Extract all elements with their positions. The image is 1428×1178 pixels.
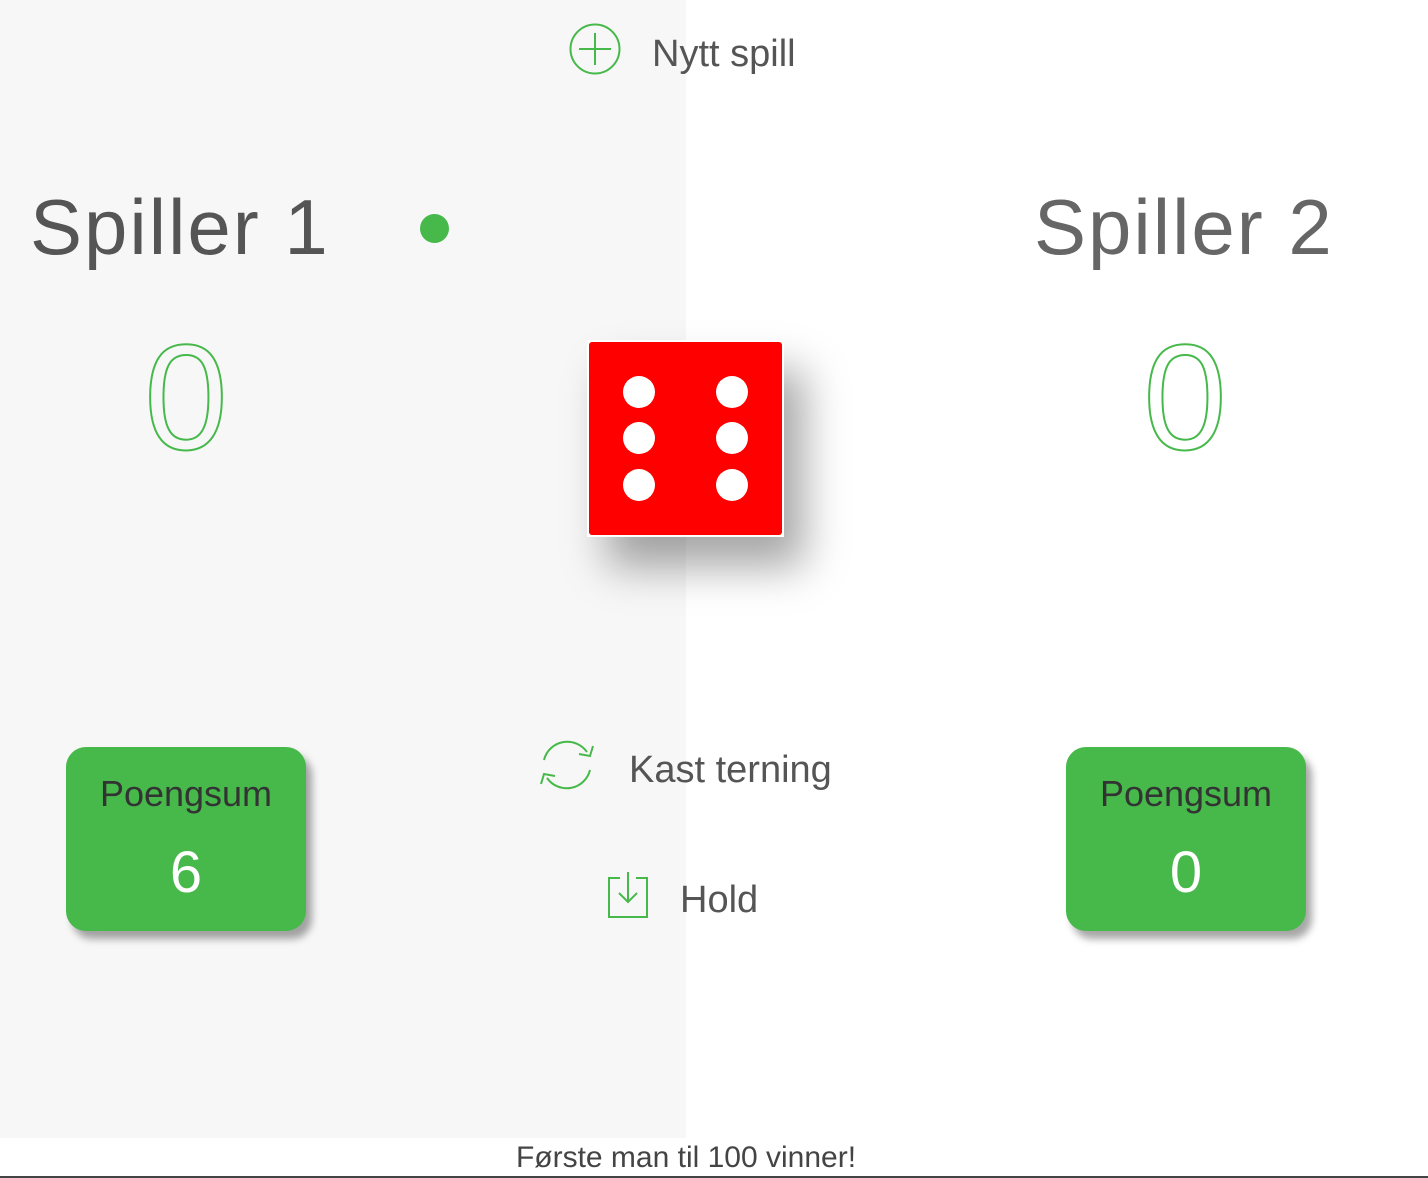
player-2-total-label: Poengsum [1099, 773, 1273, 814]
hold-label: Hold [680, 878, 759, 921]
player-1-name: Spiller 1 [30, 183, 330, 271]
player-1-panel [0, 0, 686, 1138]
active-player-indicator [420, 214, 449, 243]
player-2-panel [686, 0, 1428, 1138]
player-2-name: Spiller 2 [1034, 183, 1334, 271]
footer-rules-text: Første man til 100 vinner! [515, 1141, 857, 1174]
dice-pip [716, 376, 748, 408]
player-1-total-score: 6 [169, 840, 203, 905]
hold-button[interactable]: Hold [606, 872, 758, 928]
roll-dice-button[interactable]: Kast terning [535, 740, 832, 800]
dice-pip [716, 422, 748, 454]
player-2-total-score: 0 [1169, 840, 1203, 905]
dice-pip [623, 376, 655, 408]
player-2-current-score: 0 [1142, 313, 1227, 481]
game-stage: Nytt spill Spiller 1 Spiller 2 0 0 Kast … [0, 0, 1428, 1178]
plus-circle-icon [568, 22, 622, 86]
dice-pip [716, 469, 748, 501]
player-1-total-box: Poengsum 6 [66, 747, 306, 931]
player-1-total-label: Poengsum [99, 773, 273, 814]
dice-pip [623, 422, 655, 454]
new-game-label: Nytt spill [652, 32, 796, 75]
dice-pip [623, 469, 655, 501]
player-2-total-box: Poengsum 0 [1066, 747, 1306, 931]
player-1-current-score: 0 [143, 313, 228, 481]
roll-dice-label: Kast terning [629, 748, 832, 791]
new-game-button[interactable]: Nytt spill [568, 23, 796, 82]
download-icon [606, 870, 650, 930]
refresh-icon [535, 736, 599, 804]
dice [587, 340, 784, 537]
